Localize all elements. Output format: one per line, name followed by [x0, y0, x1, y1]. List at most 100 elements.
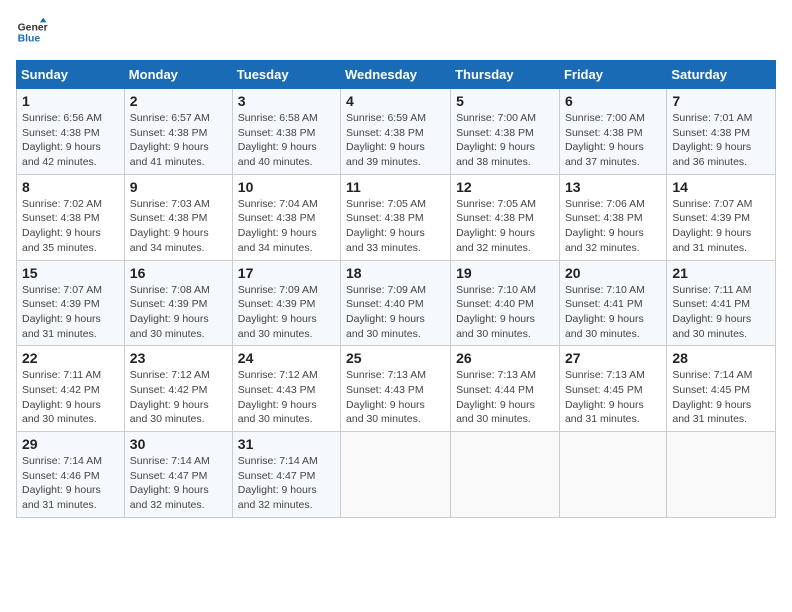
day-detail: Sunrise: 7:13 AMSunset: 4:44 PMDaylight:…	[456, 368, 554, 427]
table-row: 20 Sunrise: 7:10 AMSunset: 4:41 PMDayligh…	[559, 260, 666, 346]
table-row: 23 Sunrise: 7:12 AMSunset: 4:42 PMDayligh…	[124, 346, 232, 432]
table-row: 11Sunrise: 7:05 AMSunset: 4:38 PMDayligh…	[341, 174, 451, 260]
day-detail: Sunrise: 7:13 AMSunset: 4:43 PMDaylight:…	[346, 368, 445, 427]
svg-text:General: General	[18, 22, 48, 33]
day-detail: Sunrise: 6:59 AMSunset: 4:38 PMDaylight:…	[346, 111, 445, 170]
day-detail: Sunrise: 7:05 AMSunset: 4:38 PMDaylight:…	[456, 197, 554, 256]
day-number: 12	[456, 179, 554, 195]
day-number: 6	[565, 93, 661, 109]
day-detail: Sunrise: 6:56 AMSunset: 4:38 PMDaylight:…	[22, 111, 119, 170]
day-detail: Sunrise: 6:58 AMSunset: 4:38 PMDaylight:…	[238, 111, 335, 170]
col-header-sunday: Sunday	[17, 61, 125, 89]
day-number: 1	[22, 93, 119, 109]
day-number: 30	[130, 436, 227, 452]
day-detail: Sunrise: 7:12 AMSunset: 4:43 PMDaylight:…	[238, 368, 335, 427]
table-row: 10 Sunrise: 7:04 AMSunset: 4:38 PMDayligh…	[232, 174, 340, 260]
calendar-table: SundayMondayTuesdayWednesdayThursdayFrid…	[16, 60, 776, 518]
day-detail: Sunrise: 7:07 AMSunset: 4:39 PMDaylight:…	[672, 197, 770, 256]
day-number: 24	[238, 350, 335, 366]
day-number: 2	[130, 93, 227, 109]
day-detail: Sunrise: 7:07 AMSunset: 4:39 PMDaylight:…	[22, 283, 119, 342]
table-row: 18 Sunrise: 7:09 AMSunset: 4:40 PMDayligh…	[341, 260, 451, 346]
table-row: 22Sunrise: 7:11 AMSunset: 4:42 PMDayligh…	[17, 346, 125, 432]
day-detail: Sunrise: 7:10 AMSunset: 4:40 PMDaylight:…	[456, 283, 554, 342]
table-row: 16 Sunrise: 7:08 AMSunset: 4:39 PMDayligh…	[124, 260, 232, 346]
day-detail: Sunrise: 7:14 AMSunset: 4:45 PMDaylight:…	[672, 368, 770, 427]
table-row: 12 Sunrise: 7:05 AMSunset: 4:38 PMDayligh…	[451, 174, 560, 260]
day-detail: Sunrise: 7:12 AMSunset: 4:42 PMDaylight:…	[130, 368, 227, 427]
day-number: 5	[456, 93, 554, 109]
day-number: 28	[672, 350, 770, 366]
day-detail: Sunrise: 7:08 AMSunset: 4:39 PMDaylight:…	[130, 283, 227, 342]
day-number: 16	[130, 265, 227, 281]
col-header-friday: Friday	[559, 61, 666, 89]
table-row: 5 Sunrise: 7:00 AMSunset: 4:38 PMDaylight…	[451, 89, 560, 175]
day-detail: Sunrise: 6:57 AMSunset: 4:38 PMDaylight:…	[130, 111, 227, 170]
table-row: 3 Sunrise: 6:58 AMSunset: 4:38 PMDaylight…	[232, 89, 340, 175]
day-detail: Sunrise: 7:11 AMSunset: 4:41 PMDaylight:…	[672, 283, 770, 342]
day-number: 13	[565, 179, 661, 195]
table-row: 2 Sunrise: 6:57 AMSunset: 4:38 PMDaylight…	[124, 89, 232, 175]
day-number: 14	[672, 179, 770, 195]
col-header-wednesday: Wednesday	[341, 61, 451, 89]
table-row: 14 Sunrise: 7:07 AMSunset: 4:39 PMDayligh…	[667, 174, 776, 260]
day-number: 21	[672, 265, 770, 281]
day-detail: Sunrise: 7:01 AMSunset: 4:38 PMDaylight:…	[672, 111, 770, 170]
table-row: 31Sunrise: 7:14 AMSunset: 4:47 PMDayligh…	[232, 432, 340, 518]
table-row: 9 Sunrise: 7:03 AMSunset: 4:38 PMDaylight…	[124, 174, 232, 260]
day-number: 8	[22, 179, 119, 195]
table-row	[667, 432, 776, 518]
table-row: 28 Sunrise: 7:14 AMSunset: 4:45 PMDayligh…	[667, 346, 776, 432]
day-number: 15	[22, 265, 119, 281]
table-row: 7Sunrise: 7:01 AMSunset: 4:38 PMDaylight…	[667, 89, 776, 175]
day-detail: Sunrise: 7:14 AMSunset: 4:47 PMDaylight:…	[130, 454, 227, 513]
day-detail: Sunrise: 7:04 AMSunset: 4:38 PMDaylight:…	[238, 197, 335, 256]
col-header-tuesday: Tuesday	[232, 61, 340, 89]
day-detail: Sunrise: 7:09 AMSunset: 4:39 PMDaylight:…	[238, 283, 335, 342]
col-header-saturday: Saturday	[667, 61, 776, 89]
page-header: General Blue	[16, 16, 776, 48]
day-number: 29	[22, 436, 119, 452]
day-number: 18	[346, 265, 445, 281]
col-header-thursday: Thursday	[451, 61, 560, 89]
table-row: 27 Sunrise: 7:13 AMSunset: 4:45 PMDayligh…	[559, 346, 666, 432]
day-number: 4	[346, 93, 445, 109]
day-detail: Sunrise: 7:10 AMSunset: 4:41 PMDaylight:…	[565, 283, 661, 342]
table-row: 13 Sunrise: 7:06 AMSunset: 4:38 PMDayligh…	[559, 174, 666, 260]
day-number: 25	[346, 350, 445, 366]
day-number: 23	[130, 350, 227, 366]
day-number: 27	[565, 350, 661, 366]
table-row	[341, 432, 451, 518]
day-number: 3	[238, 93, 335, 109]
day-detail: Sunrise: 7:11 AMSunset: 4:42 PMDaylight:…	[22, 368, 119, 427]
svg-text:Blue: Blue	[18, 34, 41, 45]
day-number: 9	[130, 179, 227, 195]
table-row: 29 Sunrise: 7:14 AMSunset: 4:46 PMDayligh…	[17, 432, 125, 518]
day-detail: Sunrise: 7:09 AMSunset: 4:40 PMDaylight:…	[346, 283, 445, 342]
table-row: 6 Sunrise: 7:00 AMSunset: 4:38 PMDaylight…	[559, 89, 666, 175]
table-row: 15 Sunrise: 7:07 AMSunset: 4:39 PMDayligh…	[17, 260, 125, 346]
table-row	[559, 432, 666, 518]
day-detail: Sunrise: 7:03 AMSunset: 4:38 PMDaylight:…	[130, 197, 227, 256]
day-number: 10	[238, 179, 335, 195]
day-detail: Sunrise: 7:14 AMSunset: 4:46 PMDaylight:…	[22, 454, 119, 513]
table-row: 30 Sunrise: 7:14 AMSunset: 4:47 PMDayligh…	[124, 432, 232, 518]
logo: General Blue	[16, 16, 48, 48]
day-detail: Sunrise: 7:06 AMSunset: 4:38 PMDaylight:…	[565, 197, 661, 256]
day-detail: Sunrise: 7:05 AMSunset: 4:38 PMDaylight:…	[346, 197, 445, 256]
table-row: 26 Sunrise: 7:13 AMSunset: 4:44 PMDayligh…	[451, 346, 560, 432]
table-row: 21 Sunrise: 7:11 AMSunset: 4:41 PMDayligh…	[667, 260, 776, 346]
day-detail: Sunrise: 7:13 AMSunset: 4:45 PMDaylight:…	[565, 368, 661, 427]
table-row: 25 Sunrise: 7:13 AMSunset: 4:43 PMDayligh…	[341, 346, 451, 432]
day-detail: Sunrise: 7:00 AMSunset: 4:38 PMDaylight:…	[456, 111, 554, 170]
table-row: 24 Sunrise: 7:12 AMSunset: 4:43 PMDayligh…	[232, 346, 340, 432]
day-number: 31	[238, 436, 335, 452]
table-row: 8Sunrise: 7:02 AMSunset: 4:38 PMDaylight…	[17, 174, 125, 260]
day-number: 20	[565, 265, 661, 281]
table-row	[451, 432, 560, 518]
day-number: 17	[238, 265, 335, 281]
day-detail: Sunrise: 7:00 AMSunset: 4:38 PMDaylight:…	[565, 111, 661, 170]
day-number: 26	[456, 350, 554, 366]
table-row: 17 Sunrise: 7:09 AMSunset: 4:39 PMDayligh…	[232, 260, 340, 346]
col-header-monday: Monday	[124, 61, 232, 89]
